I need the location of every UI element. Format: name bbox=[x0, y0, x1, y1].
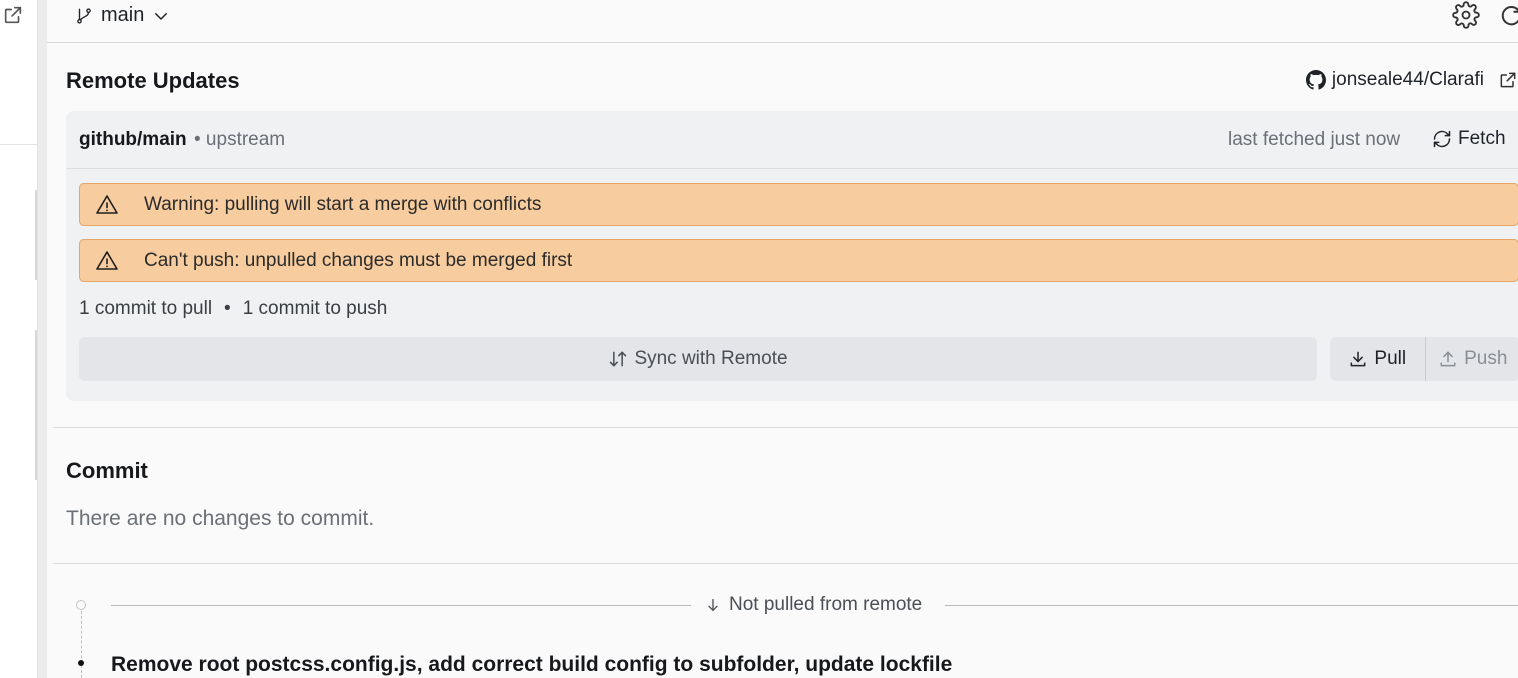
commits-to-pull: 1 commit to pull bbox=[79, 298, 213, 319]
commit-bullet bbox=[78, 660, 84, 666]
remote-card: github/main • upstream last fetched just… bbox=[66, 111, 1518, 401]
remote-branch-name: github/main bbox=[79, 129, 187, 150]
arrows-up-down-icon bbox=[610, 351, 627, 367]
not-pulled-divider-right bbox=[945, 605, 1518, 606]
remote-updates-title: Remote Updates bbox=[66, 68, 240, 93]
left-panel-marker bbox=[35, 190, 37, 280]
branch-selector[interactable]: main bbox=[75, 4, 170, 27]
warning-text: Warning: pulling will start a merge with… bbox=[144, 193, 542, 215]
push-blocked-warning: Can't push: unpulled changes must be mer… bbox=[79, 239, 1518, 282]
last-fetched-label: last fetched just now bbox=[1228, 129, 1401, 150]
git-branch-icon bbox=[77, 7, 91, 24]
no-changes-message: There are no changes to commit. bbox=[66, 507, 375, 530]
download-icon bbox=[1350, 351, 1366, 367]
pull-label: Pull bbox=[1374, 348, 1407, 369]
refresh-icon bbox=[1433, 130, 1451, 148]
topbar: main bbox=[47, 0, 1518, 43]
warning-text: Can't push: unpulled changes must be mer… bbox=[144, 249, 573, 271]
not-pulled-divider-left bbox=[111, 605, 691, 606]
panel-resize-gutter[interactable] bbox=[38, 0, 47, 678]
upload-icon bbox=[1440, 351, 1456, 367]
merge-conflict-warning: Warning: pulling will start a merge with… bbox=[79, 183, 1518, 226]
commit-counts: 1 commit to pull • 1 commit to push bbox=[79, 298, 387, 320]
not-pulled-label: Not pulled from remote bbox=[705, 594, 922, 616]
branch-name: main bbox=[101, 4, 145, 26]
remote-header: github/main • upstream last fetched just… bbox=[66, 111, 1518, 169]
fetch-button[interactable]: Fetch bbox=[1432, 128, 1506, 150]
sync-label: Sync with Remote bbox=[634, 348, 788, 369]
fetch-label: Fetch bbox=[1458, 128, 1506, 149]
commits-to-push: 1 commit to push bbox=[242, 298, 388, 319]
chevron-down-icon bbox=[155, 12, 168, 20]
left-panel-marker bbox=[35, 330, 37, 480]
remote-upstream-label: • upstream bbox=[194, 129, 286, 150]
github-icon bbox=[1305, 70, 1326, 90]
sync-with-remote-button[interactable]: Sync with Remote bbox=[79, 337, 1317, 381]
git-panel: main Remote Updates jonseale44/Clarafi g… bbox=[47, 0, 1518, 678]
left-panel-divider bbox=[0, 144, 38, 145]
timeline-line bbox=[81, 611, 82, 678]
settings-gear-icon[interactable] bbox=[1452, 1, 1480, 29]
commit-title: Commit bbox=[66, 458, 148, 483]
arrow-down-icon bbox=[708, 599, 718, 611]
push-label: Push bbox=[1464, 348, 1508, 369]
refresh-icon[interactable] bbox=[1498, 2, 1518, 28]
warning-triangle-icon bbox=[96, 194, 118, 214]
section-divider bbox=[53, 563, 1518, 564]
count-separator: • bbox=[224, 298, 231, 319]
external-link-icon[interactable] bbox=[2, 4, 24, 26]
pull-push-group: Pull Push bbox=[1330, 337, 1518, 381]
commit-message[interactable]: Remove root postcss.config.js, add corre… bbox=[111, 653, 952, 677]
external-link-icon bbox=[1500, 72, 1516, 88]
section-divider bbox=[53, 427, 1518, 428]
repo-link[interactable]: jonseale44/Clarafi bbox=[1305, 69, 1518, 91]
repo-name: jonseale44/Clarafi bbox=[1331, 69, 1484, 90]
not-pulled-text: Not pulled from remote bbox=[729, 594, 923, 615]
warning-triangle-icon bbox=[96, 250, 118, 270]
left-panel-strip bbox=[0, 0, 38, 678]
pull-button[interactable]: Pull bbox=[1330, 337, 1426, 381]
timeline-node bbox=[76, 600, 86, 610]
push-button[interactable]: Push bbox=[1426, 337, 1518, 381]
